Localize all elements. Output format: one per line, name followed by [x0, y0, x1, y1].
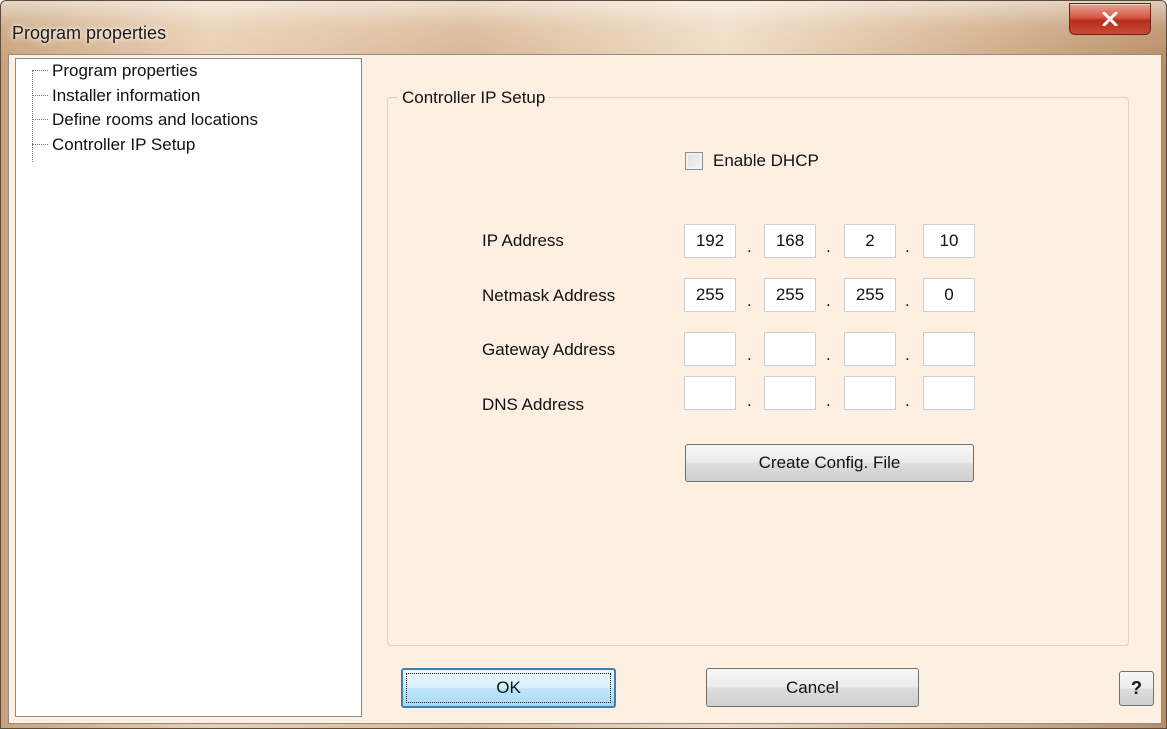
- octet-separator: .: [826, 291, 831, 310]
- octet-separator: .: [826, 345, 831, 364]
- close-icon: [1102, 12, 1118, 26]
- gateway-octet-3[interactable]: [844, 332, 896, 366]
- ip-address-octet-3[interactable]: 2: [844, 224, 896, 258]
- tree-item-label: Define rooms and locations: [52, 110, 259, 129]
- gateway-octet-4[interactable]: [923, 332, 975, 366]
- tree-connector: [32, 119, 48, 121]
- tree-item-label: Controller IP Setup: [52, 135, 196, 154]
- tree-connector: [32, 70, 48, 72]
- focus-rectangle: [406, 673, 611, 703]
- octet-separator: .: [905, 291, 910, 310]
- gateway-address-label: Gateway Address: [482, 340, 616, 359]
- ip-address-octet-4[interactable]: 10: [923, 224, 975, 258]
- dns-octet-1[interactable]: [684, 376, 736, 410]
- close-button[interactable]: [1069, 3, 1151, 35]
- ip-address-octet-1[interactable]: 192: [684, 224, 736, 258]
- ip-address-label: IP Address: [482, 231, 564, 250]
- tree-item-define-rooms[interactable]: Define rooms and locations: [32, 109, 258, 131]
- tree-item-label: Installer information: [52, 86, 201, 105]
- create-config-file-button[interactable]: Create Config. File: [685, 444, 974, 482]
- netmask-octet-4[interactable]: 0: [923, 278, 975, 312]
- tree-connector: [32, 95, 48, 97]
- help-button[interactable]: ?: [1119, 671, 1154, 706]
- gateway-octet-2[interactable]: [764, 332, 816, 366]
- octet-separator: .: [905, 237, 910, 256]
- enable-dhcp-checkbox[interactable]: [685, 152, 703, 170]
- cancel-button[interactable]: Cancel: [706, 668, 919, 707]
- enable-dhcp-label: Enable DHCP: [713, 151, 819, 170]
- octet-separator: .: [747, 237, 752, 256]
- octet-separator: .: [905, 345, 910, 364]
- window-title: Program properties: [12, 23, 167, 43]
- octet-separator: .: [747, 391, 752, 410]
- ok-button[interactable]: OK: [401, 668, 616, 708]
- dns-octet-4[interactable]: [923, 376, 975, 410]
- tree-connector: [32, 144, 48, 146]
- octet-separator: .: [826, 391, 831, 410]
- netmask-octet-3[interactable]: 255: [844, 278, 896, 312]
- tree-item-controller-ip-setup[interactable]: Controller IP Setup: [32, 134, 195, 156]
- groupbox-title: Controller IP Setup: [398, 88, 550, 108]
- dns-octet-3[interactable]: [844, 376, 896, 410]
- program-properties-window: Program properties Program properties In…: [0, 0, 1167, 729]
- ip-address-octet-2[interactable]: 168: [764, 224, 816, 258]
- tree-item-label: Program properties: [52, 61, 198, 80]
- netmask-octet-2[interactable]: 255: [764, 278, 816, 312]
- gateway-octet-1[interactable]: [684, 332, 736, 366]
- tree-item-program-properties[interactable]: Program properties: [32, 60, 198, 82]
- controller-ip-groupbox: [387, 97, 1129, 646]
- tree-item-installer-information[interactable]: Installer information: [32, 85, 200, 107]
- dns-octet-2[interactable]: [764, 376, 816, 410]
- netmask-address-label: Netmask Address: [482, 286, 616, 305]
- octet-separator: .: [826, 237, 831, 256]
- netmask-octet-1[interactable]: 255: [684, 278, 736, 312]
- dns-address-label: DNS Address: [482, 395, 585, 414]
- dhcp-checkbox-row[interactable]: Enable DHCP: [685, 151, 819, 171]
- navigation-tree[interactable]: Program properties Installer information…: [15, 58, 362, 717]
- octet-separator: .: [747, 345, 752, 364]
- octet-separator: .: [747, 291, 752, 310]
- octet-separator: .: [905, 391, 910, 410]
